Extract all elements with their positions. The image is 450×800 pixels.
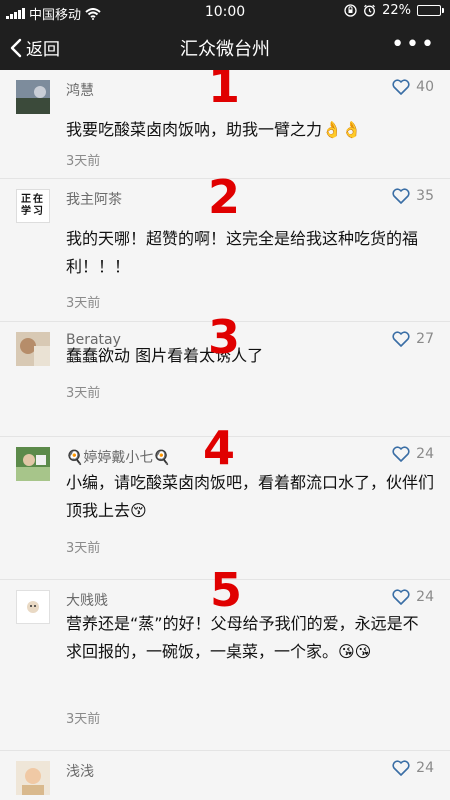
- like-button[interactable]: 24: [392, 589, 434, 605]
- alarm-icon: [364, 4, 376, 17]
- page-title: 汇众微台州: [180, 39, 270, 60]
- number-marker: 4: [203, 421, 236, 475]
- avatar[interactable]: 正在学习: [16, 189, 50, 223]
- comment-item: 浅浅 24: [0, 751, 450, 800]
- like-button[interactable]: 24: [392, 446, 434, 462]
- comment-item: 鸿慧 40 我要吃酸菜卤肉饭呐，助我一臂之力👌👌 3天前 1: [0, 70, 450, 179]
- avatar[interactable]: [16, 332, 50, 366]
- number-marker: 3: [208, 310, 241, 364]
- number-marker: 2: [208, 170, 241, 224]
- like-button[interactable]: 40: [392, 79, 434, 95]
- avatar[interactable]: [16, 761, 50, 795]
- nav-bar: 返回 汇众微台州 •••: [0, 24, 450, 70]
- rotation-lock-icon: [344, 4, 357, 17]
- avatar[interactable]: [16, 80, 50, 114]
- comment-nickname: 鸿慧: [66, 83, 94, 99]
- heart-icon: [392, 79, 410, 95]
- comment-list: 鸿慧 40 我要吃酸菜卤肉饭呐，助我一臂之力👌👌 3天前 1 正在学习 我主阿茶…: [0, 70, 450, 800]
- comment-nickname: 浅浅: [66, 764, 94, 780]
- like-count: 35: [416, 188, 434, 204]
- comment-time: 3天前: [66, 154, 101, 169]
- number-marker: 5: [210, 563, 243, 617]
- heart-icon: [392, 589, 410, 605]
- comment-time: 3天前: [66, 386, 101, 401]
- avatar[interactable]: [16, 590, 50, 624]
- comment-text: 我要吃酸菜卤肉饭呐，助我一臂之力👌👌: [66, 120, 362, 139]
- number-marker: 1: [208, 70, 241, 113]
- comment-item: 🍳婷婷戴小七🍳 24 小编，请吃酸菜卤肉饭吧，看着都流口水了，伙伴们顶我上去😚 …: [0, 425, 450, 580]
- comment-item: Beratay 27 蠢蠢欲动 图片看着太诱人了 3天前 3: [0, 314, 450, 437]
- comment-nickname: 🍳婷婷戴小七🍳: [66, 450, 171, 466]
- like-count: 24: [416, 446, 434, 462]
- heart-icon: [392, 188, 410, 204]
- comment-time: 3天前: [66, 712, 101, 727]
- comment-nickname: 我主阿茶: [66, 192, 122, 208]
- comment-text: 我的天哪！超赞的啊！这完全是给我这种吃货的福利！！！: [66, 229, 419, 276]
- status-bar: 中国移动 10:00 22%: [0, 0, 450, 24]
- comment-item: 正在学习 我主阿茶 35 我的天哪！超赞的啊！这完全是给我这种吃货的福利！！！ …: [0, 174, 450, 322]
- like-count: 24: [416, 760, 434, 776]
- like-button[interactable]: 24: [392, 760, 434, 776]
- avatar[interactable]: [16, 447, 50, 481]
- like-count: 40: [416, 79, 434, 95]
- comment-item: 大贱贱 24 营养还是“蒸”的好！父母给予我们的爱，永远是不求回报的，一碗饭，一…: [0, 567, 450, 751]
- comment-nickname: 大贱贱: [66, 593, 108, 609]
- battery-percent: 22%: [382, 3, 411, 18]
- status-right: 22%: [344, 3, 444, 18]
- battery-icon: [417, 5, 444, 16]
- more-icon[interactable]: •••: [391, 32, 436, 57]
- heart-icon: [392, 760, 410, 776]
- comment-time: 3天前: [66, 296, 101, 311]
- comment-text: 营养还是“蒸”的好！父母给予我们的爱，永远是不求回报的，一碗饭，一桌菜，一个家。…: [66, 614, 419, 661]
- comment-text: 蠢蠢欲动 图片看着太诱人了: [66, 346, 264, 365]
- avatar-text: 正在学习: [21, 194, 45, 217]
- like-count: 24: [416, 589, 434, 605]
- comment-text: 小编，请吃酸菜卤肉饭吧，看着都流口水了，伙伴们顶我上去😚: [66, 473, 435, 520]
- heart-icon: [392, 446, 410, 462]
- comment-time: 3天前: [66, 541, 101, 556]
- like-button[interactable]: 35: [392, 188, 434, 204]
